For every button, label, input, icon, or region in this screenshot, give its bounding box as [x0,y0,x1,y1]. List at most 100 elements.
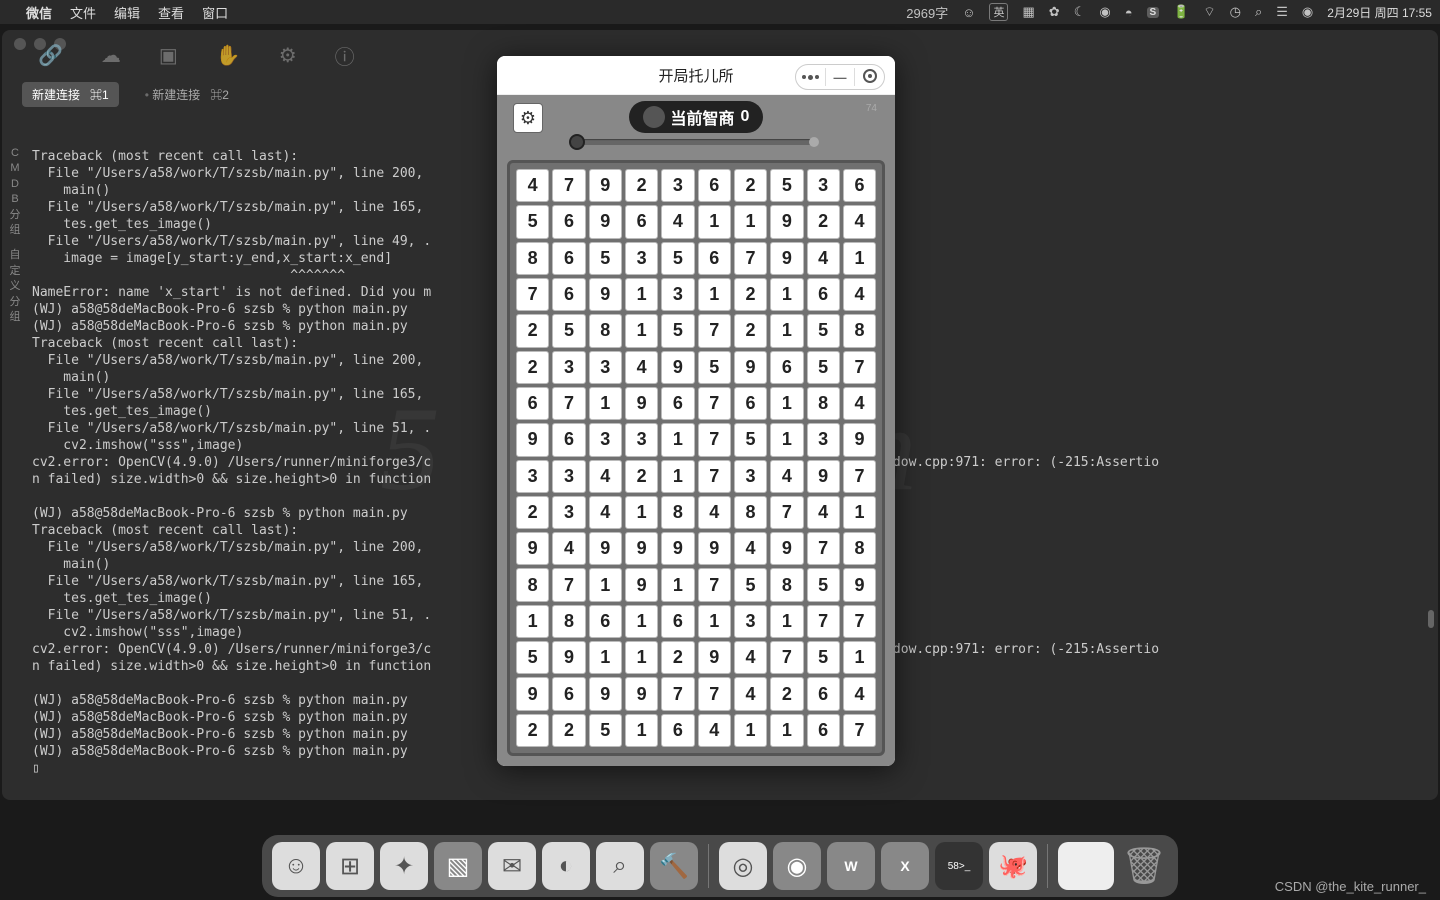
app-icon-4[interactable]: ◉ [773,842,821,890]
grid-cell[interactable]: 5 [807,314,840,347]
grid-cell[interactable]: 1 [661,423,694,456]
shield-icon[interactable]: ◓ [1125,5,1133,20]
grid-cell[interactable]: 7 [552,169,585,202]
grid-cell[interactable]: 4 [734,532,767,565]
grid-cell[interactable]: 1 [589,387,622,420]
grid-cell[interactable]: 4 [698,496,731,529]
grid-cell[interactable]: 5 [661,242,694,275]
grid-cell[interactable]: 7 [843,605,876,638]
grid-cell[interactable]: 1 [625,278,658,311]
grid-cell[interactable]: 9 [770,205,803,238]
grid-cell[interactable]: 2 [516,496,549,529]
xcode-icon[interactable]: 🔨 [650,842,698,890]
grid-cell[interactable]: 1 [698,205,731,238]
grid-cell[interactable]: 4 [734,677,767,710]
grid-cell[interactable]: 5 [516,205,549,238]
iterm-icon[interactable]: 58>_ [935,842,983,890]
grid-cell[interactable]: 4 [807,242,840,275]
grid-cell[interactable]: 9 [843,568,876,601]
grid-cell[interactable]: 3 [552,351,585,384]
grid-cell[interactable]: 3 [807,423,840,456]
safari-icon[interactable]: ✦ [380,842,428,890]
launchpad-icon[interactable]: ⊞ [326,842,374,890]
grid-cell[interactable]: 9 [516,423,549,456]
grid-cell[interactable]: 1 [661,568,694,601]
progress-bar[interactable] [577,139,815,145]
grid-cell[interactable]: 9 [516,677,549,710]
grid-cell[interactable]: 6 [807,278,840,311]
grid-cell[interactable]: 8 [516,242,549,275]
grid-cell[interactable]: 2 [625,460,658,493]
grid-cell[interactable]: 7 [843,460,876,493]
grid-cell[interactable]: 3 [552,496,585,529]
grid-cell[interactable]: 3 [734,605,767,638]
grid-cell[interactable]: 1 [770,423,803,456]
vertical-scrollbar[interactable] [1428,610,1434,628]
sogou-icon[interactable]: S [1147,7,1160,18]
wechat-icon[interactable]: ✉ [488,842,536,890]
grid-cell[interactable]: 1 [625,496,658,529]
grid-cell[interactable]: 9 [661,351,694,384]
grid-cell[interactable]: 6 [625,205,658,238]
grid-cell[interactable]: 3 [516,460,549,493]
grid-cell[interactable]: 9 [589,278,622,311]
grid-cell[interactable]: 7 [807,605,840,638]
sublime-icon[interactable]: ▧ [434,842,482,890]
siri-icon[interactable]: ◉ [1302,4,1313,20]
grid-cell[interactable]: 9 [589,532,622,565]
grid-cell[interactable]: 9 [625,677,658,710]
spotlight-icon[interactable]: ⌕ [1255,4,1262,20]
grid-cell[interactable]: 6 [552,677,585,710]
grid-cell[interactable]: 6 [552,242,585,275]
trash-icon[interactable]: 🗑 [1120,842,1168,890]
grid-cell[interactable]: 5 [734,568,767,601]
grid-cell[interactable]: 8 [734,496,767,529]
app-name[interactable]: 微信 [26,3,52,22]
grid-cell[interactable]: 1 [589,568,622,601]
grid-cell[interactable]: 5 [807,351,840,384]
grid-cell[interactable]: 2 [516,314,549,347]
capsule-minimize-button[interactable]: — [826,70,855,85]
grid-cell[interactable]: 6 [589,605,622,638]
grid-cell[interactable]: 7 [770,641,803,674]
grid-cell[interactable]: 5 [807,568,840,601]
grid-cell[interactable]: 4 [661,205,694,238]
grid-cell[interactable]: 8 [589,314,622,347]
capsule-menu-button[interactable] [796,75,825,80]
terminal-icon[interactable]: ▣ [159,43,178,68]
grid-cell[interactable]: 6 [807,714,840,747]
grid-cell[interactable]: 2 [661,641,694,674]
grid-cell[interactable]: 6 [552,205,585,238]
ime-indicator[interactable]: 英 [989,3,1008,21]
grid-cell[interactable]: 3 [807,169,840,202]
grid-cell[interactable]: 7 [698,460,731,493]
grid-cell[interactable]: 7 [807,532,840,565]
grid-cell[interactable]: 1 [770,314,803,347]
grid-cell[interactable]: 9 [807,460,840,493]
menu-window[interactable]: 窗口 [202,3,228,22]
grid-cell[interactable]: 2 [516,351,549,384]
grid-cell[interactable]: 8 [770,568,803,601]
wifi-icon[interactable]: ⌔ [1203,4,1215,20]
close-button[interactable] [14,38,26,50]
menu-view[interactable]: 查看 [158,3,184,22]
grid-cell[interactable]: 6 [661,387,694,420]
grid-cell[interactable]: 1 [843,242,876,275]
grid-cell[interactable]: 1 [843,496,876,529]
grid-cell[interactable]: 1 [734,714,767,747]
grid-cell[interactable]: 4 [734,641,767,674]
cloud-upload-icon[interactable]: ☁ [101,43,121,68]
preview-thumbnail[interactable] [1058,842,1114,890]
grid-cell[interactable]: 3 [625,423,658,456]
grid-cell[interactable]: 7 [698,423,731,456]
grid-cell[interactable]: 3 [625,242,658,275]
grid-cell[interactable]: 6 [770,351,803,384]
grid-cell[interactable]: 4 [589,496,622,529]
tab-connection-2[interactable]: • 新建连接 ⌘2 [135,82,239,107]
grid-cell[interactable]: 5 [661,314,694,347]
grid-cell[interactable]: 9 [625,568,658,601]
grid-cell[interactable]: 2 [552,714,585,747]
grid-cell[interactable]: 4 [625,351,658,384]
grid-cell[interactable]: 1 [770,714,803,747]
grid-cell[interactable]: 3 [589,423,622,456]
